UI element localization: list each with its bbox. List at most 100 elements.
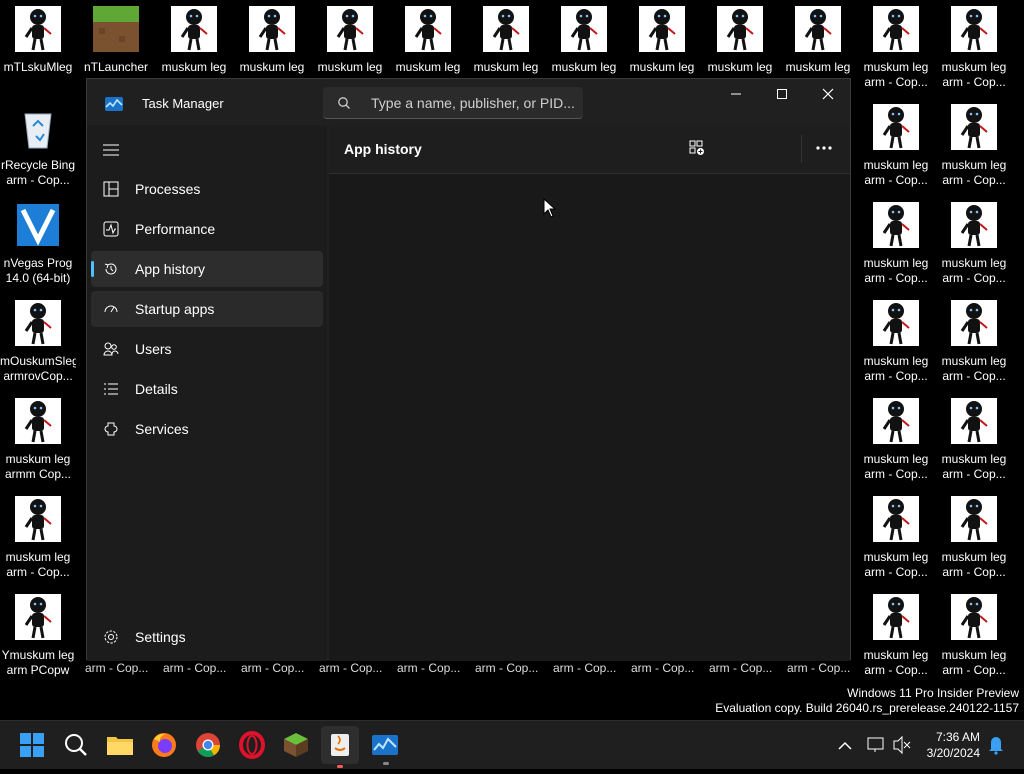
minimize-button[interactable] [713, 79, 759, 111]
title-bar[interactable]: Task Manager Type a name, publisher, or … [87, 79, 850, 125]
nav-item-app-history[interactable]: App history [91, 251, 323, 287]
desktop-icon-right-0-0[interactable]: muskum leg arm - Cop... [858, 98, 934, 188]
desktop-icon-label: arm - Cop... [942, 173, 1006, 187]
desktop-icon-left-0[interactable]: rRecycle Bing arm - Cop... [0, 98, 76, 188]
desktop-icon-label: arm - Cop... [864, 467, 928, 481]
notification-bell-icon[interactable] [986, 721, 1006, 769]
system-clock[interactable]: 7:36 AM 3/20/2024 [927, 729, 980, 761]
close-button[interactable] [805, 79, 851, 111]
desktop-icon-right-0-1[interactable]: muskum leg arm - Cop... [858, 196, 934, 286]
desktop-icon-label: armm Cop... [4, 467, 71, 481]
desktop-icon-label: muskum leg [551, 60, 617, 74]
nav-item-users[interactable]: Users [91, 331, 323, 367]
stickman-image-icon [951, 104, 997, 150]
desktop-icon-label: muskum leg [863, 158, 929, 172]
desktop-icon-label: arm - Cop... [864, 663, 928, 677]
nav-item-performance[interactable]: Performance [91, 211, 323, 247]
desktop-icon-right-0-2[interactable]: muskum leg arm - Cop... [858, 294, 934, 384]
desktop-icon-right-0-3[interactable]: muskum leg arm - Cop... [858, 392, 934, 482]
desktop-icon-top-7[interactable]: muskum leg [546, 0, 622, 90]
desktop-icon-left-1[interactable]: nVegas Prog 14.0 (64-bit) [0, 196, 76, 286]
desktop-icon-left-2[interactable]: mOuskumSleg armrovCop... [0, 294, 76, 384]
nav-item-startup-apps[interactable]: Startup apps [91, 291, 323, 327]
show-hidden-icons-chevron-icon[interactable] [836, 721, 854, 769]
nav-item-label: Processes [135, 181, 201, 197]
desktop-icon-label: mOuskumSleg [0, 354, 76, 368]
desktop-icon-right-1-3[interactable]: muskum leg arm - Cop... [936, 392, 1012, 482]
desktop-icon-top-1[interactable]: nTLauncher [78, 0, 154, 90]
file-explorer-icon[interactable] [104, 729, 136, 761]
stickman-image-icon [327, 6, 373, 52]
stickman-image-icon [873, 300, 919, 346]
run-new-task-icon[interactable] [689, 140, 705, 161]
desktop-icon-top-11[interactable]: muskum leg arm - Cop... [858, 0, 934, 90]
nav-item-details[interactable]: Details [91, 371, 323, 407]
stickman-image-icon [639, 6, 685, 52]
desktop-icon-label: arm - Cop... [864, 271, 928, 285]
search-button[interactable] [60, 729, 92, 761]
desktop-icon-left-3[interactable]: muskum leg armm Cop... [0, 392, 76, 482]
app-history-icon [103, 261, 119, 280]
desktop-icon-left-4[interactable]: muskum leg arm - Cop... [0, 490, 76, 580]
desktop-icon-top-5[interactable]: muskum leg [390, 0, 466, 90]
desktop-icon-right-0-5[interactable]: muskum leg arm - Cop... [858, 588, 934, 678]
task-manager-taskbar-icon[interactable] [369, 729, 401, 765]
maximize-button[interactable] [759, 79, 805, 111]
details-icon [103, 381, 119, 400]
stickman-image-icon [873, 398, 919, 444]
nav-item-settings[interactable]: Settings [91, 619, 323, 655]
hamburger-menu-icon[interactable] [103, 143, 119, 162]
desktop-icon-label: muskum leg [941, 158, 1007, 172]
header-divider [801, 135, 802, 163]
desktop-icon-top-6[interactable]: muskum leg [468, 0, 544, 90]
network-icon[interactable] [866, 721, 886, 769]
desktop-icon-label: muskum leg [863, 452, 929, 466]
desktop-icon-label: Ymuskum leg [1, 648, 75, 662]
page-header: App history [329, 125, 850, 174]
chrome-icon[interactable] [192, 729, 224, 761]
desktop-icon-top-10[interactable]: muskum leg [780, 0, 856, 90]
desktop-icon-label: arm - Cop... [6, 565, 70, 579]
volume-muted-icon[interactable] [892, 721, 912, 769]
desktop-icon-right-1-1[interactable]: muskum leg arm - Cop... [936, 196, 1012, 286]
desktop-icon-right-1-2[interactable]: muskum leg arm - Cop... [936, 294, 1012, 384]
watermark-line-1: Windows 11 Pro Insider Preview [847, 686, 1019, 700]
desktop-icon-left-5[interactable]: Ymuskum leg arm PCopw [0, 588, 76, 678]
desktop-icon-right-0-4[interactable]: muskum leg arm - Cop... [858, 490, 934, 580]
vegas-pro-icon [15, 202, 61, 248]
minecraft-icon[interactable] [280, 729, 312, 761]
desktop-icon-right-1-0[interactable]: muskum leg arm - Cop... [936, 98, 1012, 188]
desktop-icon-top-3[interactable]: muskum leg [234, 0, 310, 90]
navigation-pane: Processes Performance App history Startu… [87, 125, 327, 661]
desktop-icon-label: muskum leg [395, 60, 461, 74]
desktop-icon-label: arm - Cop... [553, 661, 617, 675]
desktop-icon-right-1-5[interactable]: muskum leg arm - Cop... [936, 588, 1012, 678]
desktop-icon-top-12[interactable]: muskum leg arm - Cop... [936, 0, 1012, 90]
desktop-icon-top-2[interactable]: muskum leg [156, 0, 232, 90]
nav-item-services[interactable]: Services [91, 411, 323, 447]
desktop-icon-label: arm - Cop... [942, 369, 1006, 383]
nav-item-processes[interactable]: Processes [91, 171, 323, 207]
services-icon [103, 421, 119, 440]
desktop-icon-top-9[interactable]: muskum leg [702, 0, 778, 90]
desktop-icon-label: arm - Cop... [631, 661, 695, 675]
firefox-icon[interactable] [148, 729, 180, 761]
desktop-icon-top-8[interactable]: muskum leg [624, 0, 700, 90]
more-options-icon[interactable] [815, 139, 833, 162]
mouse-pointer-icon [543, 197, 557, 223]
desktop-icon-top-0[interactable]: mTLskuMleg [0, 0, 76, 90]
opera-icon[interactable] [236, 729, 268, 761]
nav-item-label: Services [135, 421, 189, 437]
start-button[interactable] [16, 729, 48, 761]
app-history-page: App history [329, 125, 850, 661]
desktop-icon-right-1-4[interactable]: muskum leg arm - Cop... [936, 490, 1012, 580]
java-app-icon[interactable] [321, 726, 359, 768]
search-placeholder: Type a name, publisher, or PID... [371, 95, 575, 111]
task-manager-window: Task Manager Type a name, publisher, or … [86, 78, 851, 661]
stickman-image-icon [951, 202, 997, 248]
stickman-image-icon [15, 398, 61, 444]
stickman-image-icon [951, 6, 997, 52]
desktop-icon-label: muskum leg [239, 60, 305, 74]
search-input[interactable]: Type a name, publisher, or PID... [323, 87, 583, 119]
desktop-icon-top-4[interactable]: muskum leg [312, 0, 388, 90]
